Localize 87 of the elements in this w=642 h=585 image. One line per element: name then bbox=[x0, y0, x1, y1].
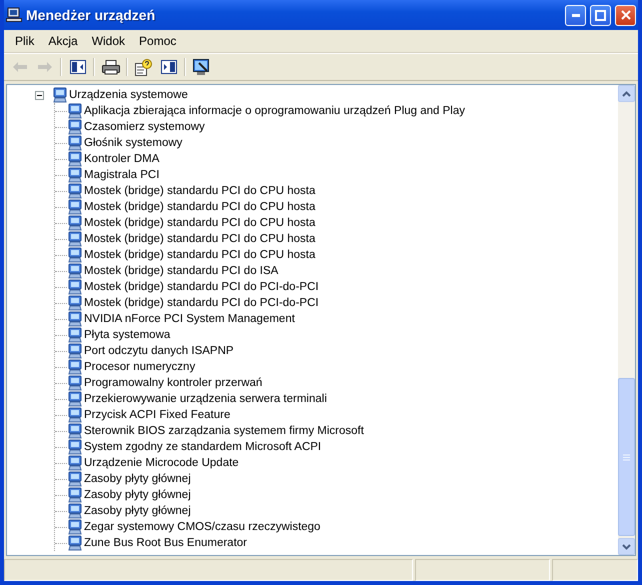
computer-device-icon bbox=[68, 471, 82, 487]
menu-item[interactable]: Pomoc bbox=[132, 34, 184, 48]
computer-device-icon bbox=[68, 215, 82, 231]
computer-device-icon bbox=[68, 359, 82, 375]
computer-device-icon bbox=[68, 407, 82, 423]
tree-item[interactable]: Głośnik systemowy bbox=[82, 137, 184, 149]
scroll-thumb[interactable] bbox=[618, 378, 635, 536]
close-button[interactable] bbox=[615, 4, 636, 26]
computer-device-icon bbox=[68, 279, 82, 295]
computer-device-icon bbox=[68, 439, 82, 455]
window-title: Menedżer urządzeń bbox=[26, 7, 156, 23]
tree-item[interactable]: Mostek (bridge) standardu PCI do PCI-do-PCI bbox=[82, 281, 321, 293]
computer-device-icon bbox=[68, 103, 82, 119]
printer-icon bbox=[102, 60, 120, 74]
tree-item[interactable]: Port odczytu danych ISAPNP bbox=[82, 345, 236, 357]
tree-item[interactable]: Programowalny kontroler przerwań bbox=[82, 377, 264, 389]
menu-item[interactable]: Akcja bbox=[41, 34, 85, 48]
computer-device-icon bbox=[68, 455, 82, 471]
computer-device-icon bbox=[68, 487, 82, 503]
menu-item[interactable]: Plik bbox=[8, 34, 42, 48]
computer-device-icon bbox=[68, 263, 82, 279]
tree-item[interactable]: Zasoby płyty głównej bbox=[82, 505, 193, 517]
computer-device-icon bbox=[68, 231, 82, 247]
console-tree-icon bbox=[70, 60, 86, 74]
tree-item[interactable]: Urządzenie Microcode Update bbox=[82, 457, 241, 469]
tree-item[interactable]: Zegar systemowy CMOS/czasu rzeczywistego bbox=[82, 521, 322, 533]
computer-device-icon bbox=[68, 311, 82, 327]
scan-hardware-icon bbox=[192, 58, 210, 76]
tree-item[interactable]: Zasoby płyty głównej bbox=[82, 489, 193, 501]
forward-arrow-icon bbox=[38, 62, 52, 72]
computer-device-icon bbox=[68, 343, 82, 359]
computer-device-icon bbox=[68, 535, 82, 551]
computer-device-icon bbox=[68, 327, 82, 343]
computer-device-icon bbox=[68, 151, 82, 167]
minimize-icon bbox=[572, 14, 580, 16]
computer-device-icon bbox=[68, 391, 82, 407]
tree-item[interactable]: System zgodny ze standardem Microsoft ACPI bbox=[82, 441, 324, 453]
tree-item[interactable]: Płyta systemowa bbox=[82, 329, 172, 341]
computer-device-icon bbox=[68, 423, 82, 439]
menu-item[interactable]: Widok bbox=[84, 34, 132, 48]
computer-device-icon bbox=[68, 375, 82, 391]
tree-item[interactable]: Procesor numeryczny bbox=[82, 361, 198, 373]
computer-device-icon bbox=[68, 119, 82, 135]
tree-item[interactable]: Sterownik BIOS zarządzania systemem firmy Microsoft bbox=[82, 425, 366, 437]
tree-item[interactable]: Mostek (bridge) standardu PCI do CPU hosta bbox=[82, 233, 318, 245]
computer-device-icon bbox=[53, 87, 67, 103]
tree-item[interactable]: Przekierowywanie urządzenia serwera terminali bbox=[82, 393, 329, 405]
tree-item[interactable]: Aplikacja zbierająca informacje o oprogramowaniu urządzeń Plug and Play bbox=[82, 105, 467, 117]
scrollbar[interactable] bbox=[618, 85, 635, 555]
close-icon bbox=[620, 10, 630, 20]
toolbar-button[interactable] bbox=[132, 56, 155, 78]
help-icon bbox=[135, 58, 152, 76]
tree-item[interactable]: Mostek (bridge) standardu PCI do CPU hosta bbox=[82, 217, 318, 229]
tree-item[interactable]: Mostek (bridge) standardu PCI do PCI-do-PCI bbox=[82, 297, 321, 309]
tree-item[interactable]: Magistrala PCI bbox=[82, 169, 162, 181]
computer-device-icon bbox=[68, 519, 82, 535]
computer-device-icon bbox=[68, 135, 82, 151]
maximize-icon bbox=[595, 10, 606, 20]
chevron-up-icon bbox=[622, 90, 631, 96]
tree-item[interactable]: Przycisk ACPI Fixed Feature bbox=[82, 409, 232, 421]
minimize-button[interactable] bbox=[565, 4, 586, 26]
computer-icon bbox=[6, 7, 22, 23]
back-arrow-icon bbox=[12, 62, 26, 72]
collapse-toggle[interactable] bbox=[35, 90, 44, 100]
tree-item[interactable]: Mostek (bridge) standardu PCI do CPU hosta bbox=[82, 249, 318, 261]
grip-icon bbox=[623, 454, 630, 460]
tree-item[interactable]: Zasoby płyty głównej bbox=[82, 473, 193, 485]
computer-device-icon bbox=[68, 199, 82, 215]
action-pane-icon bbox=[160, 60, 176, 74]
computer-device-icon bbox=[68, 503, 82, 519]
scroll-up-button[interactable] bbox=[618, 85, 635, 102]
tree-item[interactable]: Mostek (bridge) standardu PCI do ISA bbox=[82, 265, 280, 277]
computer-device-icon bbox=[68, 295, 82, 311]
tree-item[interactable]: Czasomierz systemowy bbox=[82, 121, 207, 133]
tree-item[interactable]: Mostek (bridge) standardu PCI do CPU hosta bbox=[82, 185, 318, 197]
tree-item[interactable]: Kontroler DMA bbox=[82, 153, 162, 165]
computer-device-icon bbox=[68, 247, 82, 263]
scroll-down-button[interactable] bbox=[618, 538, 635, 555]
tree-item[interactable]: Mostek (bridge) standardu PCI do CPU hosta bbox=[82, 201, 318, 213]
tree-item[interactable]: NVIDIA nForce PCI System Management bbox=[82, 313, 297, 325]
chevron-down-icon bbox=[622, 544, 631, 550]
minus-icon bbox=[37, 92, 42, 98]
tree-item[interactable]: Zune Bus Root Bus Enumerator bbox=[82, 537, 249, 549]
tree-item[interactable]: Urządzenia systemowe bbox=[67, 89, 190, 101]
computer-device-icon bbox=[68, 183, 82, 199]
computer-device-icon bbox=[68, 167, 82, 183]
maximize-button[interactable] bbox=[590, 4, 611, 26]
